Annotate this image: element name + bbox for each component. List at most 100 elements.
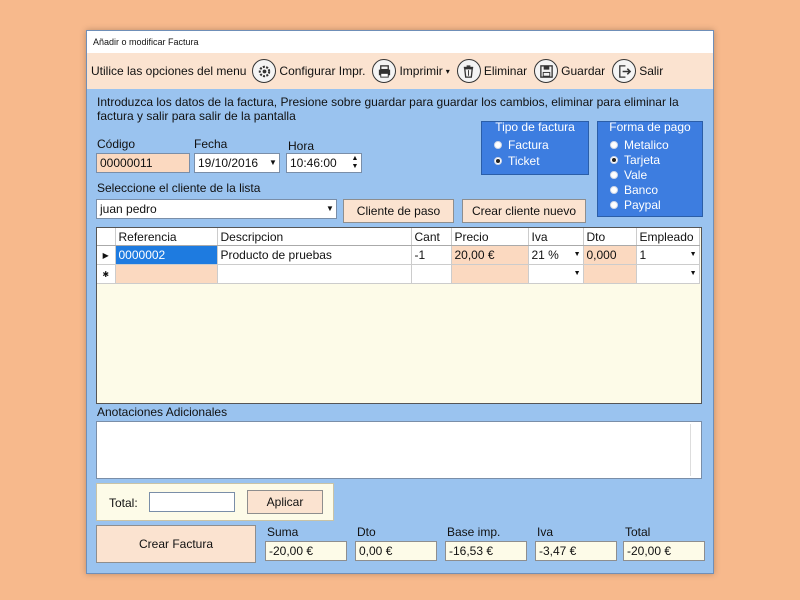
notes-label: Anotaciones Adicionales xyxy=(97,405,228,419)
radio-banco[interactable]: Banco xyxy=(610,183,658,197)
notes-scrollbar[interactable] xyxy=(690,424,699,476)
crear-cliente-nuevo-button[interactable]: Crear cliente nuevo xyxy=(462,199,586,223)
fecha-value: 19/10/2016 xyxy=(198,156,259,170)
chevron-down-icon[interactable]: ▼ xyxy=(324,200,336,218)
radio-paypal[interactable]: Paypal xyxy=(610,198,661,212)
total-panel: Total: Aplicar xyxy=(96,483,334,521)
new-cell-precio[interactable] xyxy=(451,264,529,284)
chevron-down-icon[interactable]: ▼ xyxy=(267,154,279,172)
column-header-cant[interactable]: Cant xyxy=(411,228,452,246)
chevron-down-icon[interactable]: ▼ xyxy=(690,265,697,283)
hora-value: 10:46:00 xyxy=(290,156,337,170)
print-label: Imprimir xyxy=(399,64,443,78)
forma-pago-group: Forma de pago Metalico Tarjeta Vale Banc… xyxy=(597,120,703,217)
radio-vale[interactable]: Vale xyxy=(610,168,647,182)
crear-factura-button[interactable]: Crear Factura xyxy=(96,525,256,563)
new-cell-dto[interactable] xyxy=(583,264,637,284)
cell-cant[interactable]: -1 xyxy=(411,245,452,265)
new-cell-referencia[interactable] xyxy=(115,264,218,284)
spin-icon[interactable]: ▲ ▼ xyxy=(349,154,361,172)
cell-iva-value: 21 % xyxy=(531,248,559,262)
hora-stepper[interactable]: 10:46:00 ▲ ▼ xyxy=(286,153,362,173)
aplicar-button[interactable]: Aplicar xyxy=(247,490,323,514)
codigo-label: Código xyxy=(97,137,136,151)
radio-dot xyxy=(610,186,618,194)
suma-value: -20,00 € xyxy=(265,541,347,561)
radio-tarjeta-label: Tarjeta xyxy=(624,153,661,167)
suma-label: Suma xyxy=(267,525,299,539)
base-imp-label: Base imp. xyxy=(447,525,501,539)
tipo-factura-title: Tipo de factura xyxy=(495,120,575,134)
table-row[interactable]: ▶ 0000002 Producto de pruebas -1 20,00 €… xyxy=(97,245,700,265)
column-header-referencia[interactable]: Referencia xyxy=(115,228,218,246)
column-header-dto[interactable]: Dto xyxy=(583,228,637,246)
cell-dto[interactable]: 0,000 xyxy=(583,245,637,265)
cell-iva[interactable]: 21 % ▼ xyxy=(528,245,584,265)
column-header-precio[interactable]: Precio xyxy=(451,228,529,246)
configure-printer-button[interactable]: Configurar Impr. xyxy=(252,59,365,83)
cell-descripcion[interactable]: Producto de pruebas xyxy=(217,245,412,265)
current-row-arrow-icon[interactable]: ▶ xyxy=(97,245,116,265)
chevron-down-icon[interactable]: ▼ xyxy=(574,246,581,264)
column-header-empleado[interactable]: Empleado xyxy=(636,228,700,246)
codigo-field[interactable]: 00000011 xyxy=(96,153,190,173)
row-header-corner xyxy=(97,228,116,246)
cliente-value: juan pedro xyxy=(100,202,157,216)
save-label: Guardar xyxy=(561,64,606,78)
radio-banco-label: Banco xyxy=(624,183,659,197)
invoice-lines-grid[interactable]: Referencia Descripcion Cant Precio Iva D… xyxy=(96,227,702,404)
new-cell-descripcion[interactable] xyxy=(217,264,412,284)
save-button[interactable]: Guardar xyxy=(534,59,605,83)
printer-icon xyxy=(372,59,397,83)
cell-referencia[interactable]: 0000002 xyxy=(115,245,218,265)
new-row-asterisk-icon: ✱ xyxy=(97,264,116,284)
new-cell-empleado[interactable]: ▼ xyxy=(636,264,700,284)
iva-total-label: Iva xyxy=(537,525,554,539)
invoice-window: Añadir o modificar Factura Utilice las o… xyxy=(86,30,714,574)
cell-precio[interactable]: 20,00 € xyxy=(451,245,529,265)
chevron-down-icon[interactable]: ▼ xyxy=(690,246,697,264)
total-input-label: Total: xyxy=(109,496,138,510)
trash-icon xyxy=(456,59,481,83)
hora-label: Hora xyxy=(288,139,315,153)
radio-dot xyxy=(610,201,618,209)
cell-empleado[interactable]: 1 ▼ xyxy=(636,245,700,265)
iva-total-value: -3,47 € xyxy=(535,541,617,561)
chevron-down-icon[interactable]: ▾ xyxy=(446,67,450,76)
new-cell-iva[interactable]: ▼ xyxy=(528,264,584,284)
tipo-factura-group: Tipo de factura Factura Ticket xyxy=(481,120,589,175)
toolbar: Utilice las opciones del menu Configurar… xyxy=(87,53,713,89)
radio-tarjeta[interactable]: Tarjeta xyxy=(610,153,660,167)
dto-label: Dto xyxy=(357,525,376,539)
delete-button[interactable]: Eliminar xyxy=(456,59,527,83)
new-cell-cant[interactable] xyxy=(411,264,452,284)
radio-dot-selected xyxy=(494,157,502,165)
exit-label: Salir xyxy=(639,64,664,78)
grand-total-label: Total xyxy=(625,525,651,539)
cliente-de-paso-button[interactable]: Cliente de paso xyxy=(343,199,454,223)
forma-pago-title: Forma de pago xyxy=(609,120,691,134)
radio-factura[interactable]: Factura xyxy=(494,138,549,152)
intro-text: Introduzca los datos de la factura, Pres… xyxy=(97,95,679,123)
dto-value: 0,00 € xyxy=(355,541,437,561)
chevron-down-icon[interactable]: ▼ xyxy=(574,265,581,283)
total-input[interactable] xyxy=(149,492,235,512)
notes-textarea[interactable] xyxy=(96,421,702,479)
toolbar-lead-text: Utilice las opciones del menu xyxy=(91,64,247,78)
cell-empleado-value: 1 xyxy=(639,248,647,262)
floppy-disk-icon xyxy=(534,59,559,83)
column-header-iva[interactable]: Iva xyxy=(528,228,584,246)
new-row[interactable]: ✱ ▼ ▼ xyxy=(97,264,700,284)
fecha-picker[interactable]: 19/10/2016 ▼ xyxy=(194,153,280,173)
print-button[interactable]: Imprimir ▾ xyxy=(372,59,450,83)
column-header-descripcion[interactable]: Descripcion xyxy=(217,228,412,246)
radio-ticket[interactable]: Ticket xyxy=(494,154,540,168)
radio-paypal-label: Paypal xyxy=(624,198,661,212)
window-title: Añadir o modificar Factura xyxy=(87,31,713,53)
exit-icon xyxy=(612,59,637,83)
base-imp-value: -16,53 € xyxy=(445,541,527,561)
exit-button[interactable]: Salir xyxy=(612,59,663,83)
cliente-select[interactable]: juan pedro ▼ xyxy=(96,199,337,219)
grand-total-value: -20,00 € xyxy=(623,541,705,561)
radio-metalico[interactable]: Metalico xyxy=(610,138,669,152)
